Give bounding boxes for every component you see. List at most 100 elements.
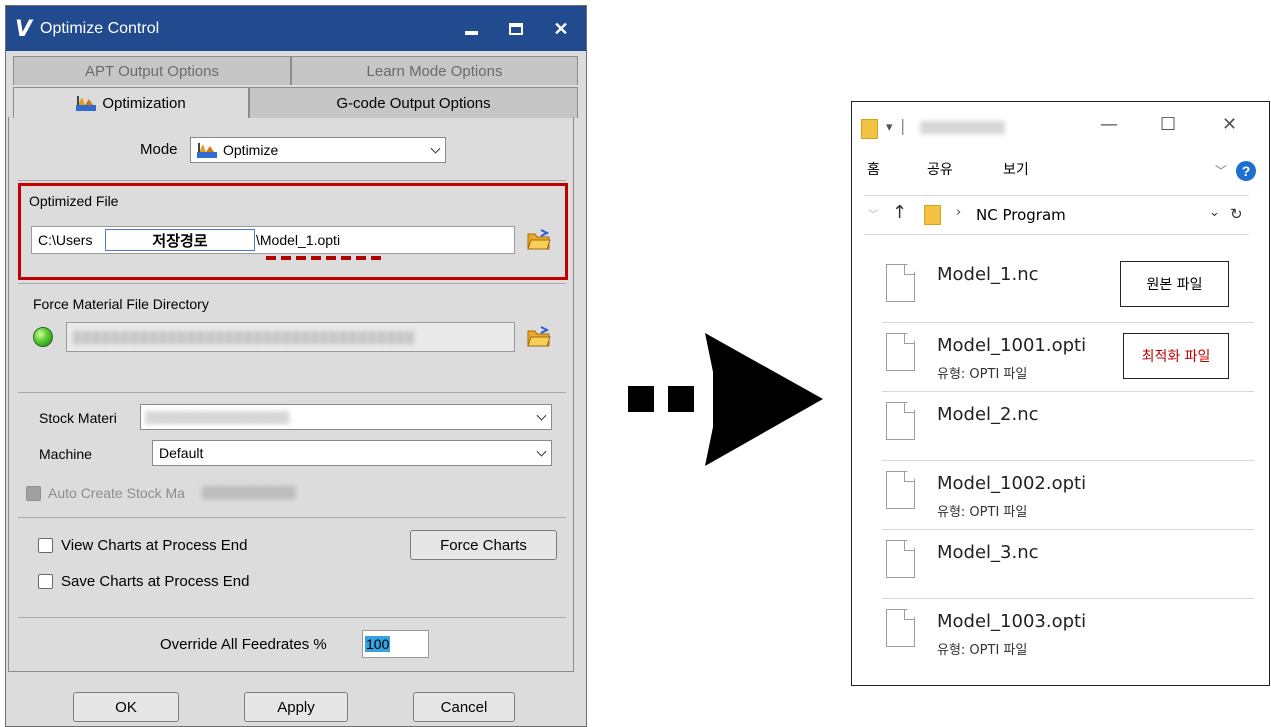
chevron-down-icon [430, 143, 441, 154]
arrow-dot [628, 386, 654, 412]
optimized-file-highlight [18, 183, 568, 280]
tab-label: Learn Mode Options [366, 62, 503, 80]
window-title: Optimize Control [40, 20, 160, 37]
tab-label: G-code Output Options [336, 94, 491, 112]
original-file-callout: 원본 파일 [1120, 261, 1229, 307]
optimized-file-callout: 최적화 파일 [1123, 333, 1229, 379]
divider [18, 617, 566, 618]
override-feedrates-value: 100 [365, 636, 391, 652]
app-logo-icon: V [15, 17, 33, 42]
row-separator [882, 322, 1254, 323]
stock-material-label: Stock Materi [39, 410, 117, 426]
mode-label: Mode [140, 141, 178, 158]
dropdown-chevron-icon[interactable]: ⌄ [1209, 205, 1220, 220]
optimize-mode-icon [197, 142, 217, 158]
breadcrumb-chevron-icon: › [956, 205, 962, 220]
machine-value: Default [159, 445, 204, 461]
file-type: 유형: OPTI 파일 [937, 643, 1028, 658]
row-separator [882, 529, 1254, 530]
divider [18, 392, 566, 393]
divider [18, 180, 566, 181]
file-icon [886, 471, 915, 509]
override-feedrates-input[interactable]: 100 [362, 630, 429, 658]
ribbon-expand-chevron-icon[interactable]: ﹀ [1215, 162, 1227, 179]
auto-create-stock-checkbox[interactable] [26, 486, 41, 501]
machine-dropdown[interactable]: Default [152, 440, 552, 466]
tab-learn-mode-options[interactable]: Learn Mode Options [291, 56, 578, 85]
menu-share[interactable]: 공유 [927, 159, 953, 179]
blurred-path: ▒▒▒▒▒▒▒▒▒▒▒▒▒▒▒▒▒▒▒▒▒▒▒▒▒▒▒▒▒▒▒▒▒▒▒▒ [73, 330, 416, 344]
mode-value: Optimize [223, 142, 279, 158]
file-explorer-window: ▾ | ▒▒▒▒▒▒▒▒▒▒ — ☐ ✕ 홈 공유 보기 ﹀ ? ﹀ ↑ › N… [851, 101, 1270, 686]
blurred-material: ▒▒▒▒▒▒▒▒▒▒▒▒▒▒▒▒▒ [145, 410, 290, 424]
file-icon [886, 402, 915, 440]
file-name[interactable]: Model_1.nc [937, 264, 1039, 285]
file-name[interactable]: Model_2.nc [937, 404, 1039, 425]
view-charts-checkbox[interactable] [38, 538, 53, 553]
status-led-icon [33, 327, 53, 347]
folder-icon [861, 119, 878, 139]
blurred-window-title: ▒▒▒▒▒▒▒▒▒▒ [920, 120, 1006, 134]
row-separator [882, 391, 1254, 392]
tab-apt-output-options[interactable]: APT Output Options [13, 56, 291, 85]
force-material-directory-input[interactable]: ▒▒▒▒▒▒▒▒▒▒▒▒▒▒▒▒▒▒▒▒▒▒▒▒▒▒▒▒▒▒▒▒▒▒▒▒ [66, 322, 515, 352]
ok-button[interactable]: OK [73, 692, 179, 722]
machine-label: Machine [39, 446, 92, 462]
stock-material-dropdown[interactable]: ▒▒▒▒▒▒▒▒▒▒▒▒▒▒▒▒▒ [140, 404, 552, 430]
filename-underline [266, 256, 384, 260]
minimize-icon[interactable]: — [1100, 114, 1118, 135]
close-button[interactable]: ✕ [546, 14, 576, 44]
breadcrumb-folder[interactable]: NC Program [976, 206, 1066, 224]
minimize-button[interactable] [456, 14, 486, 44]
right-arrow-icon [705, 333, 823, 466]
quick-access-chevron-icon[interactable]: ▾ [886, 120, 893, 135]
close-icon[interactable]: ✕ [1222, 114, 1237, 135]
file-icon [886, 264, 915, 302]
save-charts-checkbox[interactable] [38, 574, 53, 589]
row-separator [882, 598, 1254, 599]
file-name[interactable]: Model_1002.opti [937, 473, 1086, 494]
tab-gcode-output-options[interactable]: G-code Output Options [249, 87, 578, 118]
refresh-icon[interactable]: ↻ [1230, 205, 1243, 223]
up-arrow-icon[interactable]: ↑ [892, 202, 907, 223]
file-icon [886, 540, 915, 578]
file-name[interactable]: Model_1003.opti [937, 611, 1086, 632]
address-bar: ﹀ ↑ › NC Program ⌄ ↻ [864, 195, 1249, 235]
tab-label: APT Output Options [85, 62, 219, 80]
file-icon [886, 609, 915, 647]
mode-dropdown[interactable]: Optimize [190, 137, 446, 163]
open-folder-icon[interactable] [527, 326, 551, 348]
back-chevron-icon[interactable]: ﹀ [868, 206, 878, 221]
maximize-button[interactable] [501, 14, 531, 44]
cancel-button[interactable]: Cancel [413, 692, 515, 722]
force-charts-button[interactable]: Force Charts [410, 530, 557, 560]
chevron-down-icon [536, 446, 547, 457]
apply-button[interactable]: Apply [244, 692, 348, 722]
divider [18, 517, 566, 518]
override-feedrates-label: Override All Feedrates % [160, 636, 327, 653]
auto-create-stock-label: Auto Create Stock Ma [48, 485, 185, 501]
tab-label: Optimization [102, 94, 186, 112]
file-type: 유형: OPTI 파일 [937, 367, 1028, 382]
menu-view[interactable]: 보기 [1003, 159, 1029, 179]
optimization-icon [76, 95, 97, 111]
title-bar: V Optimize Control ✕ [6, 6, 586, 51]
file-type: 유형: OPTI 파일 [937, 505, 1028, 520]
close-icon: ✕ [553, 18, 569, 39]
folder-icon [924, 205, 941, 225]
blurred-label: ▒▒▒▒▒▒▒▒▒▒▒ [202, 485, 296, 499]
arrow-dot [668, 386, 694, 412]
divider [18, 283, 566, 284]
file-name[interactable]: Model_1001.opti [937, 335, 1086, 356]
tab-optimization[interactable]: Optimization [13, 87, 249, 118]
menu-home[interactable]: 홈 [867, 159, 880, 179]
help-icon[interactable]: ? [1236, 161, 1256, 181]
maximize-icon [509, 23, 523, 35]
save-charts-label: Save Charts at Process End [61, 573, 250, 590]
row-separator [882, 460, 1254, 461]
view-charts-label: View Charts at Process End [61, 537, 248, 554]
title-separator: | [900, 116, 906, 135]
file-name[interactable]: Model_3.nc [937, 542, 1039, 563]
maximize-icon[interactable]: ☐ [1160, 114, 1176, 135]
chevron-down-icon [536, 410, 547, 421]
